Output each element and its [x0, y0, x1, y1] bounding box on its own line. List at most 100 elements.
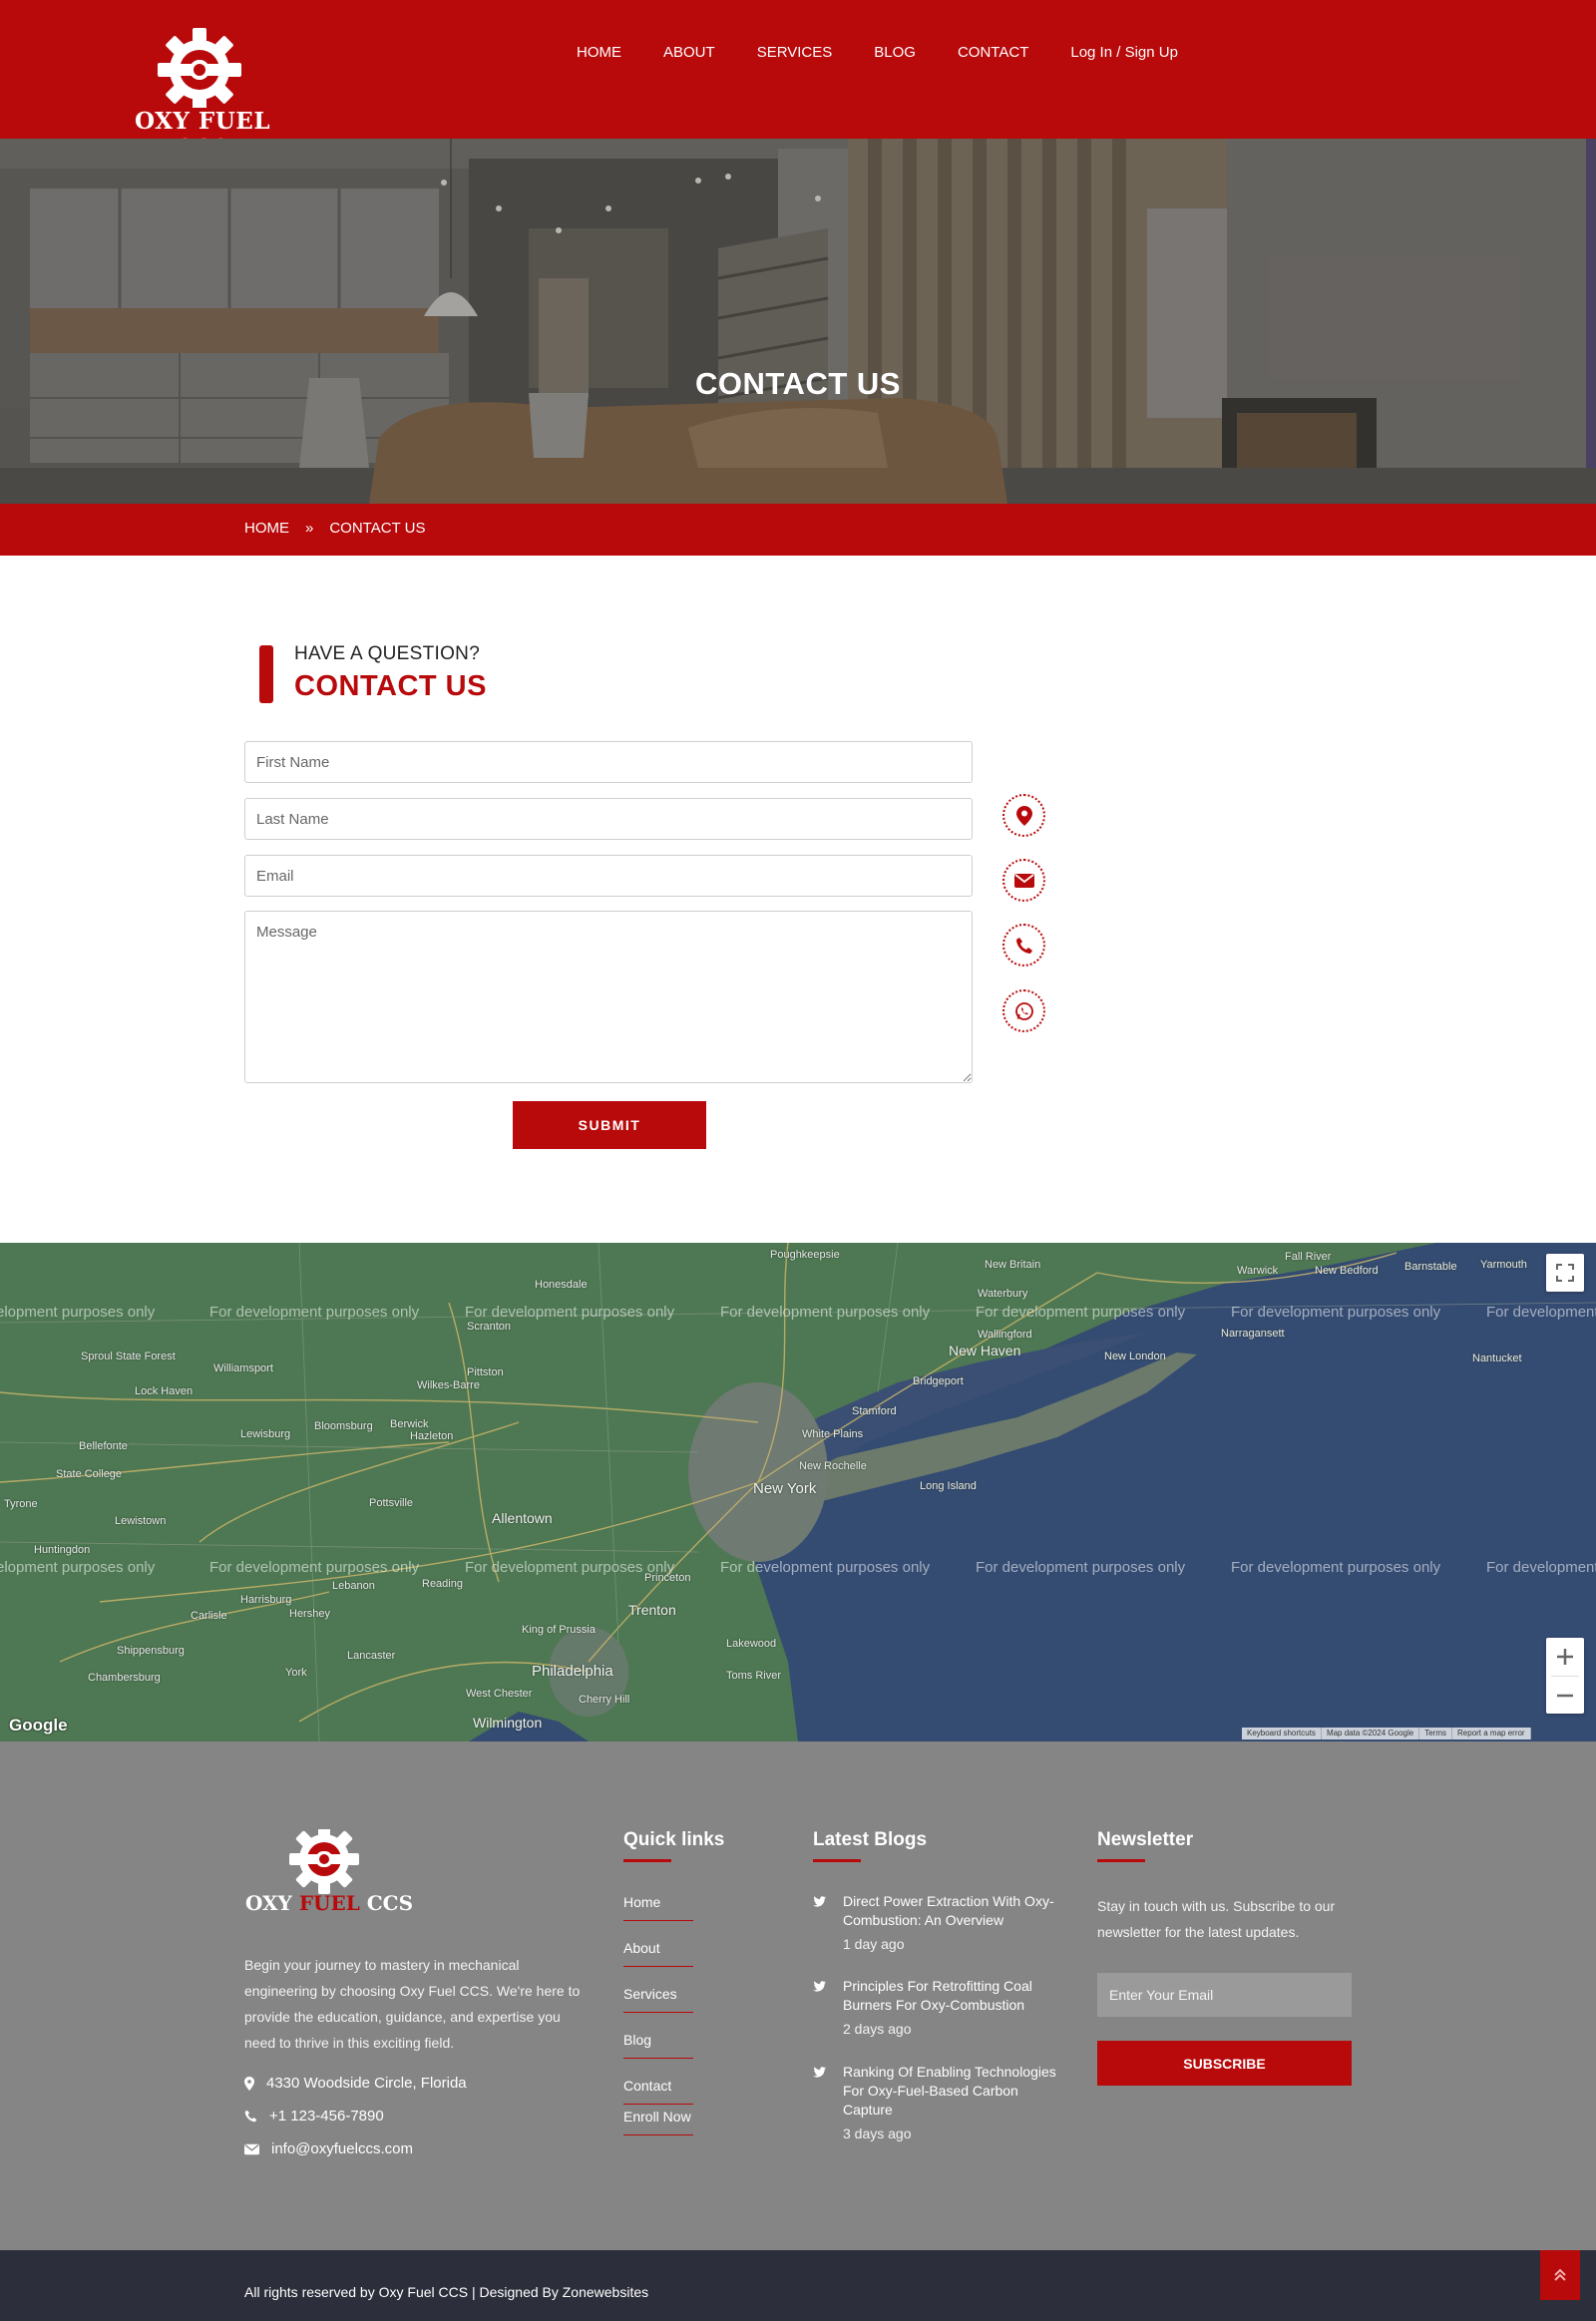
plus-icon	[1557, 1649, 1573, 1665]
whatsapp-icon[interactable]	[1002, 989, 1045, 1032]
map-label: Lebanon	[332, 1580, 375, 1592]
message-field[interactable]	[244, 911, 973, 1083]
keyboard-shortcuts-link[interactable]: Keyboard shortcuts	[1242, 1728, 1322, 1740]
breadcrumb: HOME » CONTACT US	[244, 520, 425, 537]
map-label: Lakewood	[726, 1638, 777, 1650]
subscribe-button[interactable]: SUBSCRIBE	[1097, 2041, 1352, 2086]
report-error-link[interactable]: Report a map error	[1452, 1728, 1531, 1740]
first-name-field[interactable]	[244, 741, 973, 783]
blog-title[interactable]: Principles For Retrofitting Coal Burners…	[843, 1977, 1067, 2015]
map-label: Waterbury	[978, 1288, 1028, 1300]
map-label: Bridgeport	[913, 1375, 964, 1387]
hero-banner: CONTACT US	[0, 139, 1596, 504]
quick-links-heading: Quick links	[623, 1829, 725, 1862]
map-watermark: elopment purposes only	[0, 1559, 156, 1576]
map-label: Huntingdon	[34, 1544, 91, 1556]
email-text[interactable]: info@oxyfuelccs.com	[271, 2140, 413, 2157]
map-label: Bellefonte	[79, 1440, 128, 1452]
last-name-field[interactable]	[244, 798, 973, 840]
nav-contact[interactable]: CONTACT	[958, 42, 1028, 64]
map-watermark: For development purposes only	[209, 1559, 420, 1576]
map-label: Pottsville	[369, 1497, 414, 1509]
minus-icon	[1557, 1694, 1573, 1697]
map-label: Yarmouth	[1480, 1259, 1527, 1271]
newsletter-text: Stay in touch with us. Subscribe to our …	[1097, 1898, 1336, 1940]
map-label: Hershey	[289, 1608, 330, 1620]
map-label: Philadelphia	[532, 1663, 613, 1680]
logo-word-fuel: FUEL	[298, 1891, 360, 1915]
logo-word-oxy: OXY	[244, 1891, 292, 1915]
logo-word-ccs: CCS	[366, 1891, 414, 1915]
newsletter-heading: Newsletter	[1097, 1829, 1194, 1862]
map-label: Chambersburg	[88, 1672, 161, 1684]
footer-link-contact[interactable]: Contact	[623, 2078, 693, 2105]
map-attribution: Keyboard shortcuts Map data ©2024 Google…	[1242, 1728, 1531, 1740]
footer-link-about[interactable]: About	[623, 1940, 693, 1967]
map-pin-icon[interactable]	[1002, 794, 1045, 837]
main-nav: HOME ABOUT SERVICES BLOG CONTACT Log In …	[577, 42, 1220, 64]
nav-login-signup[interactable]: Log In / Sign Up	[1070, 42, 1178, 64]
twitter-icon	[813, 1896, 826, 1907]
copyright-text: All rights reserved by Oxy Fuel CCS | De…	[244, 2284, 649, 2300]
map-pin-icon	[244, 2076, 254, 2091]
map-label: Bloomsburg	[314, 1420, 373, 1432]
section-subtitle: HAVE A QUESTION?	[294, 643, 481, 664]
google-map[interactable]: elopment purposes only For development p…	[0, 1243, 1596, 1741]
zoom-out-button[interactable]	[1556, 1677, 1574, 1714]
map-watermark: For development purposes only	[465, 1559, 675, 1576]
email-field[interactable]	[244, 855, 973, 897]
map-watermark: For development purposes only	[720, 1559, 931, 1576]
map-fullscreen-button[interactable]	[1546, 1254, 1584, 1292]
map-label: Lewisburg	[240, 1428, 291, 1440]
zoom-in-button[interactable]	[1556, 1638, 1574, 1676]
footer-about-text: Begin your journey to mastery in mechani…	[244, 1957, 581, 2051]
footer-logo-text: OXY FUEL CCS	[244, 1891, 414, 1915]
map-label: New Rochelle	[799, 1460, 867, 1472]
map-label: Tyrone	[4, 1498, 38, 1510]
blog-title[interactable]: Ranking Of Enabling Technologies For Oxy…	[843, 2063, 1067, 2120]
map-label: New Haven	[949, 1343, 1021, 1358]
footer-link-home[interactable]: Home	[623, 1894, 693, 1921]
phone-text[interactable]: +1 123-456-7890	[269, 2108, 384, 2125]
map-watermark: For development purposes only	[209, 1304, 420, 1321]
map-label: King of Prussia	[522, 1624, 596, 1636]
map-label: West Chester	[466, 1688, 533, 1700]
footer-logo[interactable]: OXY FUEL CCS	[244, 1824, 414, 1929]
map-label: Cherry Hill	[579, 1694, 630, 1706]
map-label: New York	[753, 1480, 817, 1497]
google-logo: Google	[9, 1716, 68, 1735]
site-footer: OXY FUEL CCS Begin your journey to maste…	[0, 1741, 1596, 2250]
footer-link-blog[interactable]: Blog	[623, 2032, 693, 2059]
map-zoom-control	[1546, 1638, 1584, 1714]
nav-home[interactable]: HOME	[577, 42, 621, 64]
terms-link[interactable]: Terms	[1419, 1728, 1453, 1740]
nav-services[interactable]: SERVICES	[757, 42, 833, 64]
site-logo[interactable]: OXY FUEL CCS	[108, 28, 297, 162]
map-label: New Britain	[985, 1259, 1041, 1271]
breadcrumb-home[interactable]: HOME	[244, 520, 289, 537]
page-title: CONTACT US	[695, 366, 901, 401]
footer-link-enroll[interactable]: Enroll Now	[623, 2109, 693, 2135]
map-watermark: For development purposes only	[465, 1304, 675, 1321]
nav-about[interactable]: ABOUT	[663, 42, 715, 64]
blog-date: 1 day ago	[843, 1936, 905, 1952]
submit-button[interactable]: SUBMIT	[513, 1101, 706, 1149]
nav-blog[interactable]: BLOG	[874, 42, 916, 64]
back-to-top-button[interactable]	[1540, 2250, 1580, 2300]
map-label: Harrisburg	[240, 1594, 292, 1606]
map-label: York	[285, 1667, 307, 1679]
map-label: Carlisle	[191, 1610, 227, 1622]
map-label: Honesdale	[535, 1279, 588, 1291]
blog-title[interactable]: Direct Power Extraction With Oxy-Combust…	[843, 1892, 1067, 1930]
map-label: Narragansett	[1221, 1328, 1285, 1340]
map-watermark: For development purposes only	[720, 1304, 931, 1321]
envelope-icon[interactable]	[1002, 859, 1045, 902]
blog-date: 2 days ago	[843, 2021, 912, 2037]
newsletter-email-input[interactable]	[1097, 1973, 1352, 2017]
interior-room-illustration	[0, 139, 1596, 504]
phone-icon[interactable]	[1002, 924, 1045, 967]
map-label: State College	[56, 1468, 123, 1480]
map-label: Toms River	[726, 1670, 782, 1682]
footer-address: 4330 Woodside Circle, Florida	[244, 2075, 467, 2092]
footer-link-services[interactable]: Services	[623, 1986, 693, 2013]
